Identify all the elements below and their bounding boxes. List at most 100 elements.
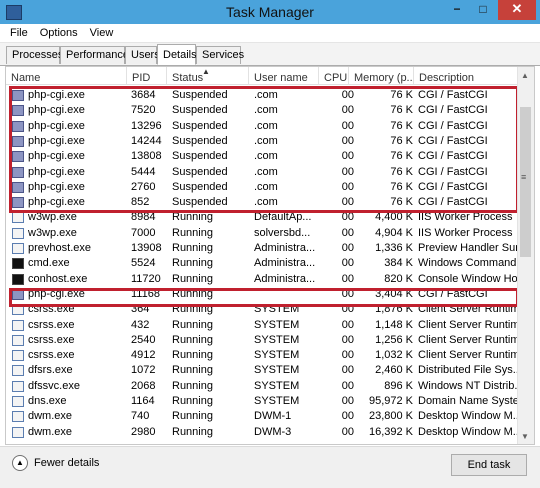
process-user: SYSTEM — [254, 395, 300, 407]
tab-details[interactable]: Details — [157, 44, 197, 65]
process-name: php-cgi.exe — [28, 165, 85, 178]
table-row[interactable]: php-cgi.exe 2760 Suspended .com 00 76 K CGI / … — [6, 180, 519, 195]
table-row[interactable]: php-cgi.exe 5444 Suspended .com 00 76 K CGI / … — [6, 165, 519, 180]
table-row[interactable]: conhost.exe 11720 Running Administra... 00 82… — [6, 272, 519, 287]
process-description: Client Server Runtim... — [418, 318, 518, 331]
process-cpu: 00 — [341, 395, 354, 407]
process-status: Suspended — [172, 119, 228, 132]
process-memory: 1,336 K — [375, 242, 413, 254]
table-row[interactable]: w3wp.exe 7000 Running solversbd... 00 4,904 K… — [6, 226, 519, 241]
table-row[interactable]: prevhost.exe 13908 Running Administra... 00 1… — [6, 241, 519, 256]
process-user: SYSTEM — [254, 364, 300, 377]
process-cpu: 00 — [341, 333, 354, 346]
process-cpu: 00 — [341, 211, 354, 224]
console-process-icon — [12, 273, 24, 285]
process-memory: 76 K — [390, 134, 413, 147]
menu-options[interactable]: Options — [34, 27, 84, 39]
process-pid: 2540 — [131, 333, 156, 346]
process-user: DefaultAp... — [254, 211, 312, 224]
process-name: csrss.exe — [28, 303, 75, 316]
process-pid: 7000 — [131, 226, 156, 239]
process-description: Domain Name Syste... — [418, 395, 518, 407]
process-user: Administra... — [254, 272, 316, 285]
tab-processes[interactable]: Processes — [6, 46, 63, 64]
process-description: IIS Worker Process — [418, 211, 513, 224]
process-status: Suspended — [172, 165, 228, 178]
column-header-status[interactable]: Status ▲ — [166, 67, 248, 84]
process-user: SYSTEM — [254, 379, 300, 392]
menu-file[interactable]: File — [4, 27, 34, 39]
process-description: CGI / FastCGI — [418, 287, 488, 300]
table-row[interactable]: w3wp.exe 8984 Running DefaultAp... 00 4,400 K… — [6, 210, 519, 225]
table-row[interactable]: dns.exe 1164 Running SYSTEM 00 95,972 K Domain… — [6, 394, 519, 409]
process-description: Windows Command... — [418, 257, 518, 270]
fewer-details-button[interactable]: ▲ Fewer details — [12, 455, 99, 471]
process-status: Running — [172, 349, 213, 362]
process-cpu: 00 — [341, 379, 354, 392]
process-pid: 11720 — [131, 272, 161, 285]
end-task-button[interactable]: End task — [451, 454, 527, 476]
menu-view[interactable]: View — [84, 27, 120, 39]
table-row[interactable]: dfsrs.exe 1072 Running SYSTEM 00 2,460 K Distr… — [6, 363, 519, 378]
column-header-cpu[interactable]: CPU — [318, 67, 348, 84]
scrollbar-thumb[interactable] — [520, 107, 531, 257]
tab-users[interactable]: Users — [125, 46, 160, 64]
column-header-name[interactable]: Name — [6, 67, 126, 84]
minimize-button[interactable]: − — [444, 0, 470, 20]
process-description: Client Server Runtim... — [418, 333, 518, 346]
table-row[interactable]: php-cgi.exe 7520 Suspended .com 00 76 K CGI / … — [6, 103, 519, 118]
console-process-icon — [12, 258, 24, 270]
process-cpu: 00 — [341, 272, 354, 285]
process-user: SYSTEM — [254, 349, 300, 362]
process-icon — [12, 227, 24, 239]
scroll-up-icon[interactable]: ▲ — [521, 71, 529, 80]
process-icon — [12, 380, 24, 392]
process-description: Console Window Host — [418, 272, 518, 285]
process-memory: 76 K — [390, 196, 413, 209]
table-row[interactable]: csrss.exe 2540 Running SYSTEM 00 1,256 K Clien… — [6, 333, 519, 348]
table-row[interactable]: php-cgi.exe 3684 Suspended .com 00 76 K CGI / … — [6, 88, 519, 103]
vertical-scrollbar[interactable]: ▲ ≡ ▼ — [517, 67, 534, 444]
table-row[interactable]: php-cgi.exe 852 Suspended .com 00 76 K CGI / F… — [6, 195, 519, 210]
table-row[interactable]: dfssvc.exe 2068 Running SYSTEM 00 896 K Window… — [6, 379, 519, 394]
table-row[interactable]: csrss.exe 432 Running SYSTEM 00 1,148 K Client… — [6, 318, 519, 333]
process-name: dns.exe — [28, 395, 67, 407]
php-process-icon — [12, 166, 24, 178]
table-row[interactable]: dwm.exe 2980 Running DWM-3 00 16,392 K Desktop… — [6, 425, 519, 440]
process-description: CGI / FastCGI — [418, 150, 488, 163]
table-row[interactable]: csrss.exe 364 Running SYSTEM 00 1,876 K Client… — [6, 302, 519, 317]
column-header-description[interactable]: Description — [413, 67, 519, 84]
process-cpu: 00 — [341, 180, 354, 193]
tab-services[interactable]: Services — [196, 46, 244, 64]
table-row[interactable]: php-cgi.exe 11168 Running 00 3,404 K CGI / Fa… — [6, 287, 519, 302]
scroll-down-icon[interactable]: ▼ — [521, 432, 529, 441]
process-status: Running — [172, 395, 213, 407]
process-cpu: 00 — [341, 242, 354, 254]
table-row[interactable]: php-cgi.exe 13808 Suspended .com 00 76 K CGI /… — [6, 149, 519, 164]
table-row[interactable]: php-cgi.exe 14244 Suspended .com 00 76 K CGI /… — [6, 134, 519, 149]
close-button[interactable]: ✕ — [498, 0, 536, 20]
scroll-grip-icon: ≡ — [521, 172, 527, 182]
process-user: .com — [254, 196, 278, 209]
column-header-memory[interactable]: Memory (p... — [348, 67, 413, 84]
process-status: Running — [172, 333, 213, 346]
table-row[interactable]: php-cgi.exe 13296 Suspended .com 00 76 K CGI /… — [6, 119, 519, 134]
process-status: Running — [172, 318, 213, 331]
process-memory: 76 K — [390, 89, 413, 101]
process-user: Administra... — [254, 242, 316, 254]
title-bar[interactable]: Task Manager − □ ✕ — [0, 0, 540, 24]
process-description: Desktop Window M... — [418, 410, 518, 423]
php-process-icon — [12, 197, 24, 209]
process-memory: 76 K — [390, 119, 413, 132]
process-pid: 1072 — [131, 364, 156, 377]
table-row[interactable]: csrss.exe 4912 Running SYSTEM 00 1,032 K Clien… — [6, 348, 519, 363]
table-row[interactable]: dwm.exe 740 Running DWM-1 00 23,800 K Desktop … — [6, 409, 519, 424]
maximize-button[interactable]: □ — [470, 0, 496, 20]
tab-performance[interactable]: Performance — [60, 46, 129, 64]
process-status: Running — [172, 425, 213, 438]
table-row[interactable]: cmd.exe 5524 Running Administra... 00 384 K Wi… — [6, 256, 519, 271]
process-pid: 2980 — [131, 425, 156, 438]
process-pid: 740 — [131, 410, 150, 423]
column-header-user[interactable]: User name — [248, 67, 318, 84]
column-header-pid[interactable]: PID — [126, 67, 166, 84]
